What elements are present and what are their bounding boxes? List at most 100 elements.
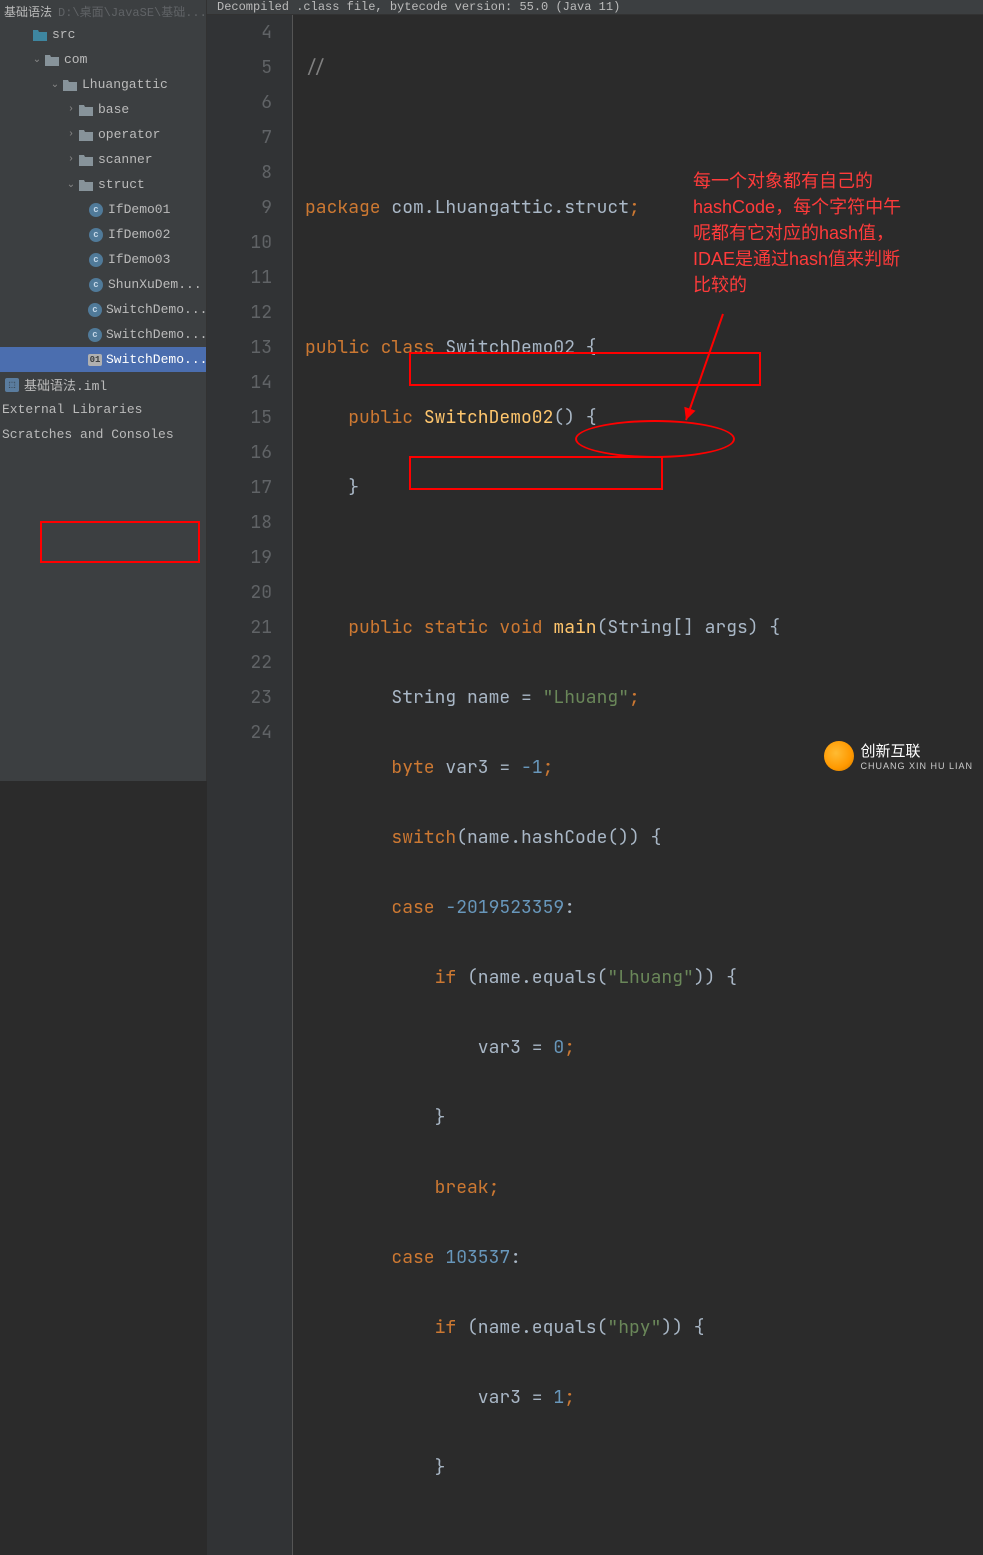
kw: ; [564,1036,575,1059]
code-text: (name.equals( [467,1316,607,1339]
watermark-logo-icon [824,741,854,771]
string: "hpy" [607,1316,661,1339]
line-number: 24 [207,715,272,750]
line-number: 14 [207,365,272,400]
notice-text: Decompiled .class file, bytecode version… [217,0,620,14]
tree-src[interactable]: src [0,22,206,47]
number: -2019523359 [445,896,564,919]
code-comment: // [305,56,327,79]
tree-com[interactable]: ⌄ com [0,47,206,72]
line-number: 18 [207,505,272,540]
decompiled-notice: Decompiled .class file, bytecode version… [207,0,983,15]
watermark-text: 创新互联 [860,743,920,760]
folder-icon [78,152,94,168]
tree-struct[interactable]: ⌄ struct [0,172,206,197]
breadcrumb: 基础语法 D:\桌面\JavaSE\基础... [0,0,206,22]
tree-file-switch1[interactable]: c SwitchDemo... [0,297,206,322]
chevron-down-icon: ⌄ [48,79,62,91]
chevron-right-icon: › [64,129,78,140]
tree-external-libraries[interactable]: External Libraries [0,397,206,422]
method: main [553,616,596,639]
number: 0 [553,1036,564,1059]
code-text: } [305,476,359,499]
tree-label: Lhuangattic [82,77,168,92]
chevron-right-icon: › [64,154,78,165]
string: "Lhuang" [607,966,693,989]
class-icon: c [88,202,104,218]
tree-file-ifdemo01[interactable]: c IfDemo01 [0,197,206,222]
kw: package [305,196,381,219]
tree-label: com [64,52,87,67]
code-text: var3 = [305,1036,553,1059]
tree-label: base [98,102,129,117]
class-file-icon: 01 [88,352,102,368]
line-number: 12 [207,295,272,330]
tree-label: SwitchDemo... [106,302,206,317]
tree-file-ifdemo02[interactable]: c IfDemo02 [0,222,206,247]
kw: public [305,406,424,429]
tree-label: External Libraries [2,402,142,417]
tree-label: ShunXuDem... [108,277,202,292]
watermark-subtext: CHUANG XIN HU LIAN [860,761,973,771]
line-number: 6 [207,85,272,120]
code-text: )) { [694,966,737,989]
kw: byte [305,756,445,779]
line-number: 17 [207,470,272,505]
tree-file-switch-selected[interactable]: 01 SwitchDemo... [0,347,206,372]
line-number: 11 [207,260,272,295]
method: SwitchDemo02 [424,406,554,429]
tree-scanner[interactable]: › scanner [0,147,206,172]
kw: ; [629,196,640,219]
code-text: var3 = [305,1386,553,1409]
tree-label: SwitchDemo... [106,352,206,367]
number: -1 [521,756,543,779]
line-number: 20 [207,575,272,610]
line-number: 22 [207,645,272,680]
class-icon: c [88,227,104,243]
tree-base[interactable]: › base [0,97,206,122]
tree-lhuangattic[interactable]: ⌄ Lhuangattic [0,72,206,97]
chevron-right-icon: › [64,104,78,115]
kw: case [305,896,445,919]
tree-file-shunxu[interactable]: c ShunXuDem... [0,272,206,297]
code-text: : [510,1246,521,1269]
code-text: : [564,896,575,919]
line-number: 13 [207,330,272,365]
iml-icon: ⬚ [4,377,20,393]
tree-file-switch2[interactable]: c SwitchDemo... [0,322,206,347]
line-number: 8 [207,155,272,190]
kw: case [305,1246,445,1269]
line-number: 10 [207,225,272,260]
number: 1 [553,1386,564,1409]
code-editor[interactable]: 4 5 6 7 8 9 10 11 12 13 14 15 16 17 18 1… [207,15,983,1555]
editor-main: Decompiled .class file, bytecode version… [207,0,983,781]
tree-operator[interactable]: › operator [0,122,206,147]
tree-scratches[interactable]: Scratches and Consoles [0,422,206,447]
kw: switch [305,826,456,849]
line-number: 9 [207,190,272,225]
code-text: (String[] args) { [597,616,781,639]
tree-label: IfDemo02 [108,227,170,242]
tree-file-ifdemo03[interactable]: c IfDemo03 [0,247,206,272]
folder-icon [78,102,94,118]
code-text: (name.equals( [467,966,607,989]
code-text: (name.hashCode()) { [456,826,661,849]
tree-iml[interactable]: ⬚ 基础语法.iml [0,372,206,397]
folder-icon [62,77,78,93]
tree-label: IfDemo03 [108,252,170,267]
tree-label: Scratches and Consoles [2,427,174,442]
code-text: () { [553,406,596,429]
project-tree[interactable]: src ⌄ com ⌄ Lhuangattic › base › operato… [0,22,206,781]
chevron-down-icon: ⌄ [64,179,78,191]
kw: public class [305,336,445,359]
code-text: SwitchDemo02 { [445,336,596,359]
line-number: 23 [207,680,272,715]
folder-icon [32,27,48,43]
tree-label: struct [98,177,145,192]
tree-label: 基础语法.iml [24,375,107,394]
folder-icon [78,177,94,193]
code-area[interactable]: // package com.Lhuangattic.struct; publi… [293,15,983,1555]
class-icon: c [88,327,102,343]
code-text: } [305,1106,445,1129]
tree-label: operator [98,127,160,142]
